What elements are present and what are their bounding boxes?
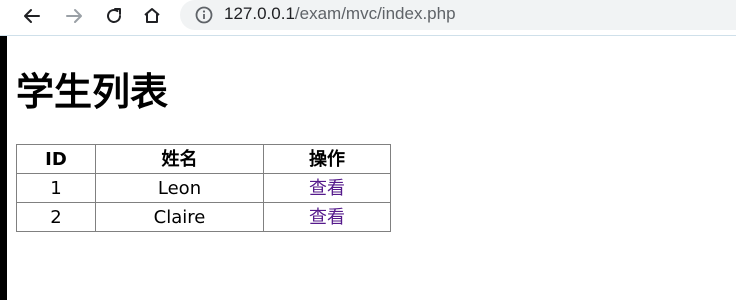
table-row: 2 Claire 查看 [16,202,391,232]
reload-icon [104,6,124,26]
column-header-action: 操作 [263,144,391,174]
window-left-edge [0,0,7,300]
reload-button[interactable] [98,2,130,30]
home-icon [142,6,162,26]
page-title: 学生列表 [16,70,169,114]
column-header-name: 姓名 [95,144,264,174]
cell-id: 2 [16,202,96,232]
cell-name: Leon [95,173,264,203]
arrow-right-icon [64,6,84,26]
view-link[interactable]: 查看 [309,178,345,199]
cell-action: 查看 [263,202,391,232]
cell-name: Claire [95,202,264,232]
browser-toolbar: 127.0.0.1/exam/mvc/index.php [0,0,736,36]
table-row: 1 Leon 查看 [16,173,391,203]
student-table: ID 姓名 操作 1 Leon 查看 2 Claire 查看 [16,144,391,232]
view-link[interactable]: 查看 [309,207,345,228]
arrow-left-icon [22,6,42,26]
address-bar[interactable]: 127.0.0.1/exam/mvc/index.php [180,0,736,30]
url-host: 127.0.0.1 [224,4,295,23]
url-text[interactable]: 127.0.0.1/exam/mvc/index.php [224,4,456,24]
table-header-row: ID 姓名 操作 [16,144,391,174]
home-button[interactable] [136,2,168,30]
info-icon[interactable] [194,5,214,25]
url-path: /exam/mvc/index.php [294,4,456,23]
cell-action: 查看 [263,173,391,203]
back-button[interactable] [16,2,48,30]
forward-button[interactable] [58,2,90,30]
column-header-id: ID [16,144,96,174]
cell-id: 1 [16,173,96,203]
